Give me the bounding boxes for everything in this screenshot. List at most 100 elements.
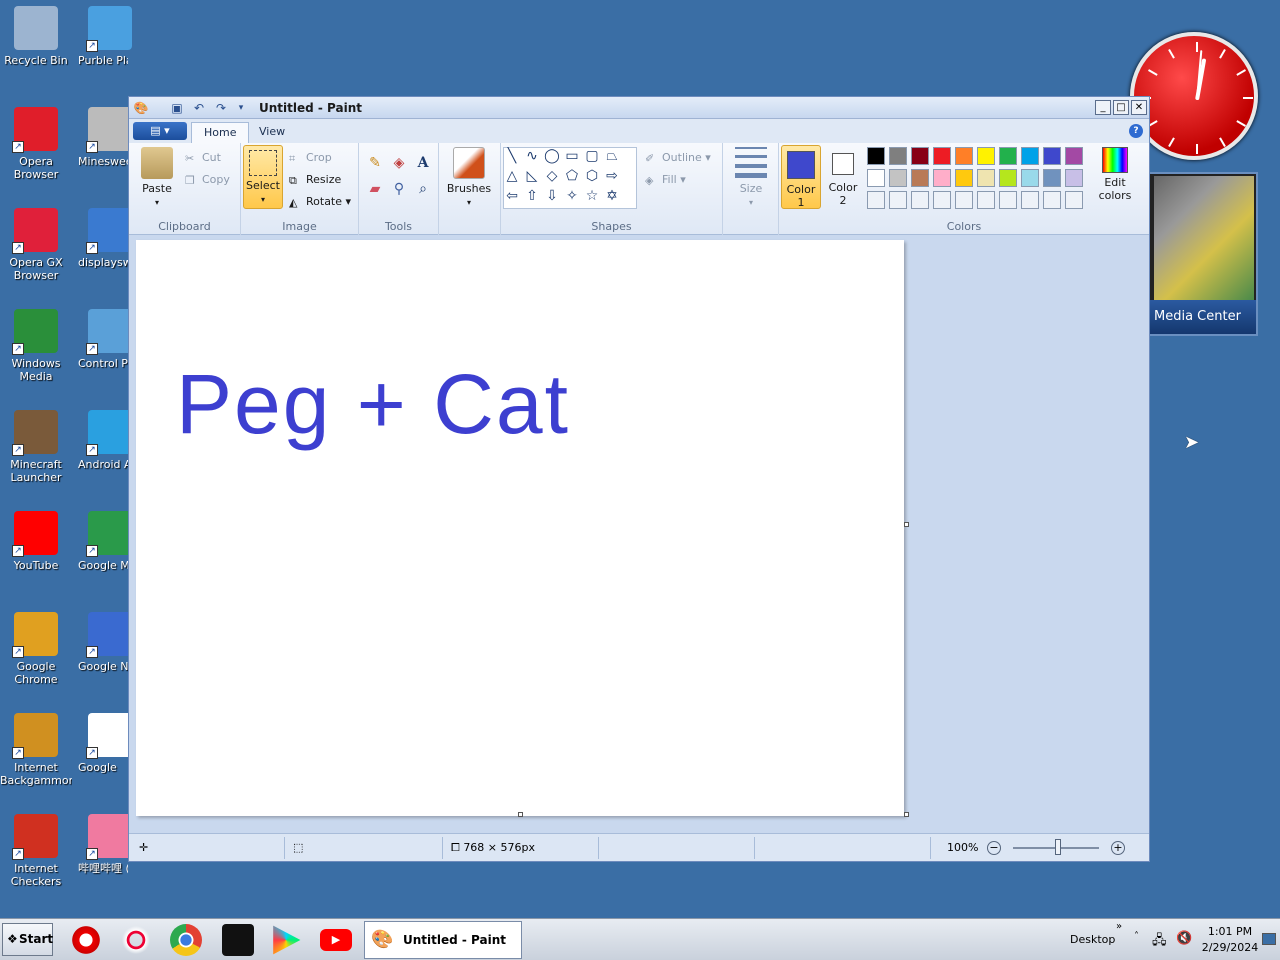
fill-button[interactable]: ◈ Fill ▾: [645, 173, 686, 187]
zoom-slider-thumb[interactable]: [1055, 839, 1061, 855]
palette-color[interactable]: [1021, 169, 1039, 187]
zoom-out-button[interactable]: −: [987, 841, 1001, 855]
six-point-star-icon[interactable]: ✡: [604, 188, 620, 204]
hexagon-shape-icon[interactable]: ⬡: [584, 168, 600, 184]
palette-custom-slot[interactable]: [933, 191, 951, 209]
customize-toolbar-icon[interactable]: ▾: [233, 100, 249, 116]
desktop-icon-purble-place[interactable]: ↗ Purble Place: [74, 6, 146, 67]
palette-color[interactable]: [977, 147, 995, 165]
save-icon[interactable]: ▣: [169, 100, 185, 116]
minimize-button[interactable]: _: [1095, 100, 1111, 115]
pencil-icon[interactable]: ✎: [367, 155, 383, 171]
media-center-gadget[interactable]: Media Center: [1148, 172, 1258, 336]
palette-color[interactable]: [933, 147, 951, 165]
edit-colors-button[interactable]: Edit colors: [1095, 147, 1135, 202]
oval-shape-icon[interactable]: ◯: [544, 148, 560, 164]
minecraft-taskbar-icon[interactable]: [222, 924, 254, 956]
palette-color[interactable]: [1065, 147, 1083, 165]
palette-color[interactable]: [1021, 147, 1039, 165]
palette-color[interactable]: [977, 169, 995, 187]
palette-color[interactable]: [911, 147, 929, 165]
drawing-canvas[interactable]: Peg + Cat: [136, 240, 904, 816]
right-triangle-shape-icon[interactable]: ◺: [524, 168, 540, 184]
color-picker-icon[interactable]: ⚲: [391, 181, 407, 197]
palette-custom-slot[interactable]: [955, 191, 973, 209]
text-tool-icon[interactable]: A: [415, 155, 431, 171]
palette-custom-slot[interactable]: [1043, 191, 1061, 209]
google-play-taskbar-icon[interactable]: [273, 925, 301, 955]
desktop-icon-opera-gx[interactable]: ↗ Opera GX Browser: [0, 208, 72, 282]
desktop-icon-backgammon[interactable]: ↗ Internet Backgammon: [0, 713, 72, 787]
palette-color[interactable]: [867, 169, 885, 187]
help-icon[interactable]: ?: [1129, 124, 1143, 138]
palette-color[interactable]: [999, 169, 1017, 187]
undo-icon[interactable]: ↶: [191, 100, 207, 116]
paint-menu-button[interactable]: ▤ ▾: [133, 122, 187, 140]
palette-color[interactable]: [955, 147, 973, 165]
palette-color[interactable]: [911, 169, 929, 187]
paint-window[interactable]: 🎨 ▣ ↶ ↷ ▾ Untitled - Paint _ □ ✕ ▤ ▾ Hom…: [128, 96, 1150, 862]
resize-handle-corner[interactable]: [904, 812, 909, 817]
paint-app-icon[interactable]: 🎨: [133, 100, 149, 116]
palette-custom-slot[interactable]: [999, 191, 1017, 209]
desktop-icon-minecraft[interactable]: ↗ Minecraft Launcher: [0, 410, 72, 484]
zoom-in-button[interactable]: +: [1111, 841, 1125, 855]
desktop-icon-recycle-bin[interactable]: Recycle Bin: [0, 6, 72, 67]
palette-color[interactable]: [999, 147, 1017, 165]
rotate-button[interactable]: ◭ Rotate ▾: [289, 195, 351, 209]
palette-color[interactable]: [1043, 169, 1061, 187]
toolbar-expand-icon[interactable]: »: [1116, 921, 1122, 932]
crop-button[interactable]: ⌗ Crop: [289, 151, 332, 165]
desktop-icon-opera[interactable]: ↗ Opera Browser: [0, 107, 72, 181]
down-arrow-shape-icon[interactable]: ⇩: [544, 188, 560, 204]
palette-custom-slot[interactable]: [977, 191, 995, 209]
youtube-taskbar-icon[interactable]: ▶: [320, 929, 352, 951]
brushes-button[interactable]: Brushes ▾: [445, 147, 493, 208]
desktop-toolbar-label[interactable]: Desktop: [1070, 933, 1115, 946]
magnifier-icon[interactable]: ⌕: [415, 181, 431, 197]
palette-color[interactable]: [889, 147, 907, 165]
work-area[interactable]: Peg + Cat: [130, 236, 1148, 830]
shapes-gallery[interactable]: ╲ ∿ ◯ ▭ ▢ ⏢ △ ◺ ◇ ⬠ ⬡ ⇨ ⇦ ⇧ ⇩ ✧ ☆ ✡: [503, 147, 637, 209]
palette-color[interactable]: [1065, 169, 1083, 187]
start-button[interactable]: ❖ Start: [2, 923, 53, 956]
taskbar-paint-window[interactable]: 🎨 Untitled - Paint: [364, 921, 522, 959]
palette-color[interactable]: [955, 169, 973, 187]
four-point-star-icon[interactable]: ✧: [564, 188, 580, 204]
select-button[interactable]: Select ▾: [243, 145, 283, 209]
pentagon-shape-icon[interactable]: ⬠: [564, 168, 580, 184]
title-bar[interactable]: 🎨 ▣ ↶ ↷ ▾ Untitled - Paint _ □ ✕: [129, 97, 1149, 119]
color2-button[interactable]: Color 2: [823, 145, 863, 209]
maximize-button[interactable]: □: [1113, 100, 1129, 115]
size-button[interactable]: Size ▾: [729, 147, 773, 208]
palette-color[interactable]: [889, 169, 907, 187]
palette-color[interactable]: [1043, 147, 1061, 165]
cut-button[interactable]: ✂ Cut: [185, 151, 221, 165]
desktop-icon-chrome[interactable]: ↗ Google Chrome: [0, 612, 72, 686]
line-shape-icon[interactable]: ╲: [504, 148, 520, 164]
desktop-icon-checkers[interactable]: ↗ Internet Checkers: [0, 814, 72, 888]
up-arrow-shape-icon[interactable]: ⇧: [524, 188, 540, 204]
rectangle-shape-icon[interactable]: ▭: [564, 148, 580, 164]
color1-button[interactable]: Color 1: [781, 145, 821, 209]
palette-color[interactable]: [933, 169, 951, 187]
close-button[interactable]: ✕: [1131, 100, 1147, 115]
eraser-icon[interactable]: ▰: [367, 181, 383, 197]
copy-button[interactable]: ❐ Copy: [185, 173, 230, 187]
left-arrow-shape-icon[interactable]: ⇦: [504, 188, 520, 204]
curve-shape-icon[interactable]: ∿: [524, 148, 540, 164]
palette-color[interactable]: [867, 147, 885, 165]
show-hidden-icons-icon[interactable]: ˄: [1134, 931, 1139, 942]
palette-custom-slot[interactable]: [1065, 191, 1083, 209]
resize-button[interactable]: ⧉ Resize: [289, 173, 341, 187]
tab-home[interactable]: Home: [191, 122, 250, 143]
outline-button[interactable]: ✐ Outline ▾: [645, 151, 711, 165]
palette-custom-slot[interactable]: [867, 191, 885, 209]
resize-handle-right[interactable]: [904, 522, 909, 527]
taskbar-clock[interactable]: 1:01 PM 2/29/2024: [1200, 924, 1260, 956]
palette-custom-slot[interactable]: [1021, 191, 1039, 209]
fill-bucket-icon[interactable]: ◈: [391, 155, 407, 171]
resize-handle-bottom[interactable]: [518, 812, 523, 817]
volume-muted-icon[interactable]: 🔇: [1176, 931, 1192, 946]
opera-taskbar-icon[interactable]: [70, 924, 102, 956]
